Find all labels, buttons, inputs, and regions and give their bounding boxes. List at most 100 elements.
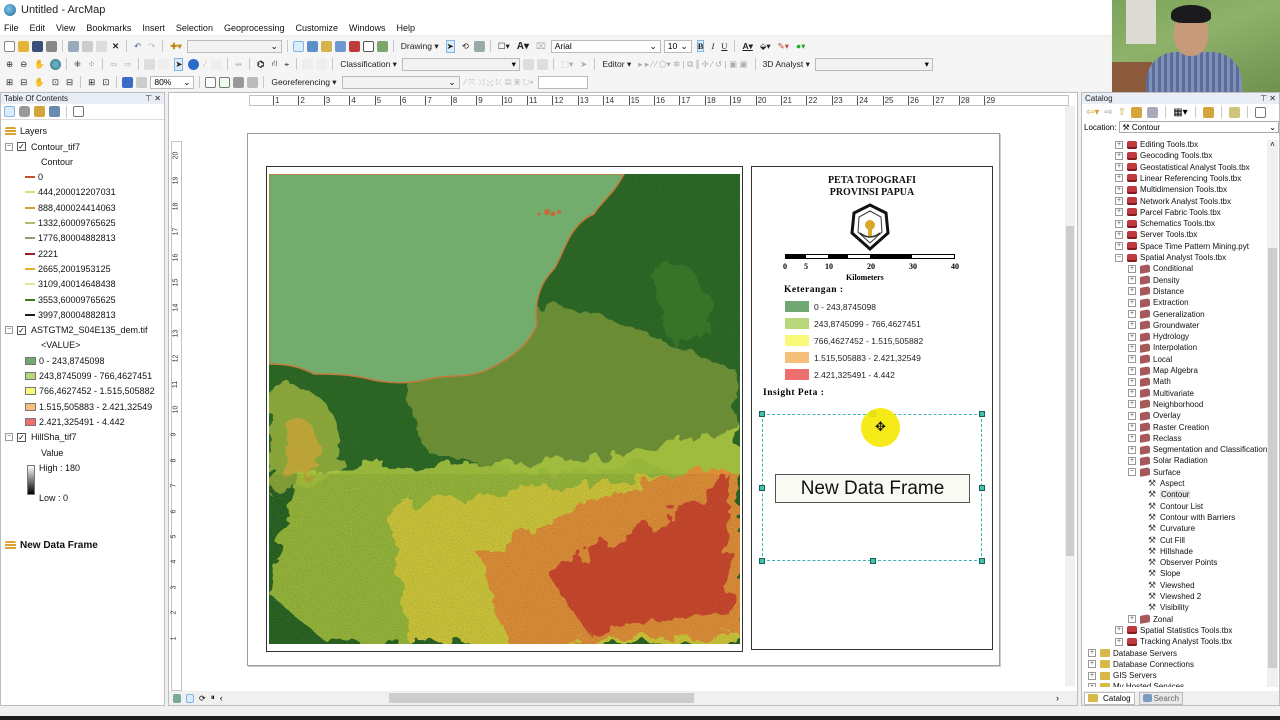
catalog-item[interactable]: + Hydrology	[1128, 331, 1189, 342]
drawing-menu[interactable]: Drawing ▾	[401, 41, 439, 52]
expand-icon[interactable]: +	[1128, 332, 1136, 341]
catalog-item[interactable]: ⚒ Cut Fill	[1148, 535, 1185, 545]
layout-zoom-in-icon[interactable]: ⊞	[6, 77, 13, 88]
menu-bookmarks[interactable]: Bookmarks	[86, 23, 131, 33]
print-icon[interactable]	[46, 40, 57, 52]
legend-class[interactable]: 2665,2001953125	[25, 264, 111, 274]
legend-class[interactable]: 243,8745099 - 766,4627451	[25, 371, 152, 381]
expand-icon[interactable]: +	[1115, 230, 1123, 239]
classification-layer-combo[interactable]: ▾	[401, 57, 520, 71]
new-document-icon[interactable]	[4, 40, 15, 52]
layout-zoom-out-icon[interactable]: ⊟	[20, 77, 27, 88]
data-frame-layers[interactable]: Layers	[5, 126, 47, 136]
catalog-item[interactable]: ⚒ Curvature	[1148, 524, 1195, 534]
resize-handle-w[interactable]	[759, 485, 765, 491]
catalog-item[interactable]: + Server Tools.tbx	[1115, 230, 1197, 239]
expand-icon[interactable]: +	[1128, 400, 1136, 409]
catalog-item[interactable]: + Linear Referencing Tools.tbx	[1115, 174, 1241, 183]
catalog-item[interactable]: + Database Servers	[1088, 649, 1177, 658]
map-title-line1[interactable]: PETA TOPOGRAFI	[752, 175, 992, 186]
classification-icon-2[interactable]	[536, 58, 548, 70]
time-slider-icon[interactable]	[302, 58, 314, 70]
collapse-icon[interactable]: −	[1128, 468, 1136, 477]
resize-handle-e[interactable]	[979, 485, 985, 491]
menu-view[interactable]: View	[56, 23, 75, 33]
model-builder-icon[interactable]	[376, 40, 388, 52]
catalog-item[interactable]: ⚒ Contour	[1148, 490, 1191, 500]
expand-icon[interactable]: +	[1128, 321, 1136, 330]
fixed-zoom-out-icon[interactable]: ⁘	[88, 59, 95, 70]
analyst-3d-layer-combo[interactable]: ▾	[814, 57, 933, 71]
delete-icon[interactable]: ✕	[112, 41, 119, 52]
resize-handle-ne[interactable]	[979, 411, 985, 417]
georeferencing-menu[interactable]: Georeferencing ▾	[271, 77, 336, 88]
clear-selection-icon[interactable]	[158, 58, 170, 70]
select-polygon-icon[interactable]: ⬚▾	[561, 59, 573, 70]
up-one-level-icon[interactable]: ⇧	[1118, 107, 1126, 118]
catalog-item[interactable]: + Map Algebra	[1128, 365, 1198, 376]
catalog-item[interactable]: + Neighborhood	[1128, 399, 1203, 410]
catalog-item[interactable]: ⚒ Observer Points	[1148, 558, 1217, 568]
location-combo[interactable]: ⚒ Contour ⌄	[1119, 121, 1279, 133]
python-window-icon[interactable]	[362, 40, 374, 52]
map-title-line2[interactable]: PROVINSI PAPUA	[752, 187, 992, 198]
home-folder-icon[interactable]	[1131, 106, 1143, 118]
legend-class[interactable]: 0 - 243,8745098	[25, 356, 105, 366]
select-elements-icon[interactable]: ➤	[445, 39, 455, 53]
catalog-item[interactable]: + Database Connections	[1088, 660, 1194, 669]
resize-handle-se[interactable]	[979, 558, 985, 564]
resize-handle-nw[interactable]	[759, 411, 765, 417]
tab-catalog[interactable]: Catalog	[1084, 691, 1135, 705]
legend-class[interactable]: 2.421,325491 - 4.442	[25, 417, 125, 427]
expand-icon[interactable]: +	[1088, 682, 1096, 687]
text-tool-icon[interactable]: A▾	[517, 41, 529, 52]
go-to-xy-icon[interactable]: ⌖	[284, 59, 289, 70]
catalog-item[interactable]: + Raster Creation	[1128, 422, 1209, 432]
classification-icon-1[interactable]	[522, 58, 534, 70]
italic-button[interactable]: I	[711, 41, 714, 51]
expand-icon[interactable]: +	[1128, 423, 1136, 431]
expand-icon[interactable]: +	[1128, 355, 1136, 364]
expand-icon[interactable]: +	[1115, 174, 1123, 183]
toggle-tree-icon[interactable]	[1228, 106, 1240, 118]
zoom-out-icon[interactable]: ⊖	[20, 59, 27, 70]
expand-icon[interactable]: +	[1115, 197, 1123, 205]
menu-edit[interactable]: Edit	[30, 23, 46, 33]
menu-windows[interactable]: Windows	[349, 23, 386, 33]
catalog-item[interactable]: ⚒ Aspect	[1148, 479, 1184, 489]
georef-tools-icon[interactable]: ⁄ ⤧ ⤨ ⤩ ⤪ ▤ ▣ ↻▾	[465, 77, 534, 88]
expand-icon[interactable]: +	[1115, 219, 1123, 228]
legend-class[interactable]: 888,400024414063	[25, 203, 116, 213]
catalog-item[interactable]: ⚒ Contour with Barriers	[1148, 512, 1235, 522]
catalog-item[interactable]: + My Hosted Services	[1088, 682, 1184, 687]
pan-icon[interactable]: ✋	[34, 59, 45, 70]
fixed-zoom-in-icon[interactable]: ⁜	[74, 59, 81, 70]
expand-icon[interactable]: +	[1115, 163, 1123, 172]
scrollbar-thumb[interactable]	[389, 693, 694, 703]
expand-icon[interactable]: +	[1115, 637, 1123, 646]
zoom-100-icon[interactable]: ⊟	[66, 77, 73, 88]
toc-layer[interactable]: − ✓ HillSha_tif7	[5, 432, 77, 442]
find-icon[interactable]: ⌬	[257, 59, 264, 70]
catalog-item[interactable]: + Generalization	[1128, 309, 1205, 319]
scroll-up-icon[interactable]: ˄	[1267, 140, 1278, 149]
catalog-item[interactable]: + Geostatistical Analyst Tools.tbx	[1115, 163, 1250, 172]
select-arrow-icon[interactable]: ➤	[580, 59, 587, 70]
toc-layer[interactable]: − ✓ Contour_tif7	[5, 142, 80, 152]
catalog-item[interactable]: + Groundwater	[1128, 320, 1199, 331]
rotate-icon[interactable]: ⟲	[462, 41, 469, 52]
previous-extent-icon[interactable]	[122, 76, 134, 88]
expand-icon[interactable]: +	[1128, 389, 1136, 398]
catalog-item[interactable]: + Math	[1128, 376, 1171, 387]
full-extent-icon[interactable]	[49, 58, 61, 70]
layer-checkbox[interactable]: ✓	[17, 325, 26, 335]
legend-class[interactable]: 1.515,505883 - 2.421,32549	[25, 402, 152, 412]
menu-geoprocessing[interactable]: Geoprocessing	[224, 23, 285, 33]
identify-icon[interactable]	[188, 58, 200, 70]
catalog-item[interactable]: + Segmentation and Classification	[1128, 444, 1267, 455]
fixed-layout-zoom-out-icon[interactable]: ⊡	[102, 77, 109, 88]
expand-icon[interactable]: +	[1128, 434, 1136, 443]
close-icon[interactable]: ✕	[154, 94, 161, 103]
catalog-scrollbar[interactable]: ˄	[1267, 140, 1278, 687]
catalog-item[interactable]: + Multidimension Tools.tbx	[1115, 185, 1227, 194]
